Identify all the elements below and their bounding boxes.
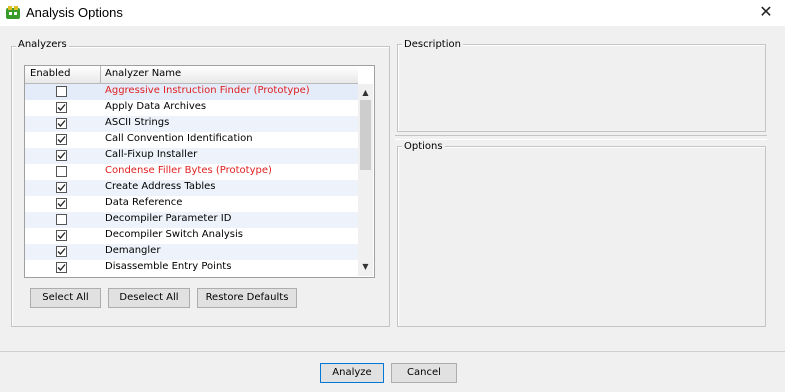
analyzer-name: Aggressive Instruction Finder (Prototype…: [105, 85, 310, 96]
analyzer-name: Condense Filler Bytes (Prototype): [105, 165, 272, 176]
column-header-enabled[interactable]: Enabled: [30, 68, 70, 79]
table-row[interactable]: Apply Data Archives: [25, 100, 358, 116]
checkmark-icon: [57, 184, 66, 191]
description-group-title: Description: [402, 39, 463, 50]
enabled-checkbox[interactable]: [56, 262, 67, 273]
table-row[interactable]: Condense Filler Bytes (Prototype): [25, 164, 358, 180]
column-divider: [100, 66, 101, 83]
enabled-checkbox[interactable]: [56, 214, 67, 225]
table-row[interactable]: Demangler: [25, 244, 358, 260]
footer-divider: [0, 351, 785, 352]
analyzer-rows: Aggressive Instruction Finder (Prototype…: [25, 84, 358, 276]
table-row[interactable]: Data Reference: [25, 196, 358, 212]
table-row[interactable]: Call Convention Identification: [25, 132, 358, 148]
table-row[interactable]: Call-Fixup Installer: [25, 148, 358, 164]
cancel-button[interactable]: Cancel: [391, 363, 457, 383]
select-all-button[interactable]: Select All: [30, 288, 101, 308]
analyzers-table[interactable]: Enabled Analyzer Name Aggressive Instruc…: [24, 65, 375, 278]
enabled-checkbox[interactable]: [56, 230, 67, 241]
enabled-checkbox[interactable]: [56, 134, 67, 145]
checkmark-icon: [57, 200, 66, 207]
checkmark-icon: [57, 232, 66, 239]
enabled-checkbox[interactable]: [56, 102, 67, 113]
analyzer-name: Data Reference: [105, 197, 183, 208]
table-row[interactable]: Create Address Tables: [25, 180, 358, 196]
analyzer-name: Call-Fixup Installer: [105, 149, 198, 160]
enabled-checkbox[interactable]: [56, 118, 67, 129]
close-icon: ✕: [759, 2, 773, 21]
analyzer-name: Decompiler Parameter ID: [105, 213, 232, 224]
description-group: [397, 44, 766, 132]
table-row[interactable]: ASCII Strings: [25, 116, 358, 132]
table-row[interactable]: Decompiler Switch Analysis: [25, 228, 358, 244]
scroll-down-icon[interactable]: ▼: [358, 260, 373, 274]
window-title: Analysis Options: [26, 5, 123, 20]
table-row[interactable]: Disassemble Entry Points: [25, 260, 358, 276]
analyzer-name: Decompiler Switch Analysis: [105, 229, 243, 240]
column-header-analyzer-name[interactable]: Analyzer Name: [105, 68, 181, 79]
checkmark-icon: [57, 248, 66, 255]
analyzer-name: Demangler: [105, 245, 161, 256]
panel-splitter[interactable]: [395, 135, 767, 140]
scroll-up-icon[interactable]: ▲: [358, 86, 373, 100]
checkmark-icon: [57, 152, 66, 159]
options-group: [397, 146, 766, 327]
vertical-scrollbar[interactable]: ▲ ▼: [358, 84, 373, 276]
checkmark-icon: [57, 264, 66, 271]
scrollbar-thumb[interactable]: [360, 100, 371, 170]
table-row[interactable]: Decompiler Parameter ID: [25, 212, 358, 228]
deselect-all-button[interactable]: Deselect All: [108, 288, 190, 308]
dragon-app-icon: [6, 6, 20, 19]
table-row[interactable]: Aggressive Instruction Finder (Prototype…: [25, 84, 358, 100]
checkmark-icon: [57, 136, 66, 143]
enabled-checkbox[interactable]: [56, 198, 67, 209]
enabled-checkbox[interactable]: [56, 150, 67, 161]
checkmark-icon: [57, 120, 66, 127]
analyzer-name: Call Convention Identification: [105, 133, 253, 144]
table-header: Enabled Analyzer Name: [25, 66, 358, 84]
analyzers-group-title: Analyzers: [16, 39, 69, 50]
analyzer-name: ASCII Strings: [105, 117, 170, 128]
enabled-checkbox[interactable]: [56, 246, 67, 257]
analyzer-name: Apply Data Archives: [105, 101, 207, 112]
title-bar: Analysis Options ✕: [0, 0, 785, 26]
restore-defaults-button[interactable]: Restore Defaults: [197, 288, 297, 308]
analyzer-name: Create Address Tables: [105, 181, 216, 192]
checkmark-icon: [57, 104, 66, 111]
enabled-checkbox[interactable]: [56, 86, 67, 97]
analyze-button[interactable]: Analyze: [320, 363, 384, 383]
close-button[interactable]: ✕: [755, 2, 777, 22]
enabled-checkbox[interactable]: [56, 166, 67, 177]
analyzer-name: Disassemble Entry Points: [105, 261, 232, 272]
enabled-checkbox[interactable]: [56, 182, 67, 193]
options-group-title: Options: [402, 141, 445, 152]
